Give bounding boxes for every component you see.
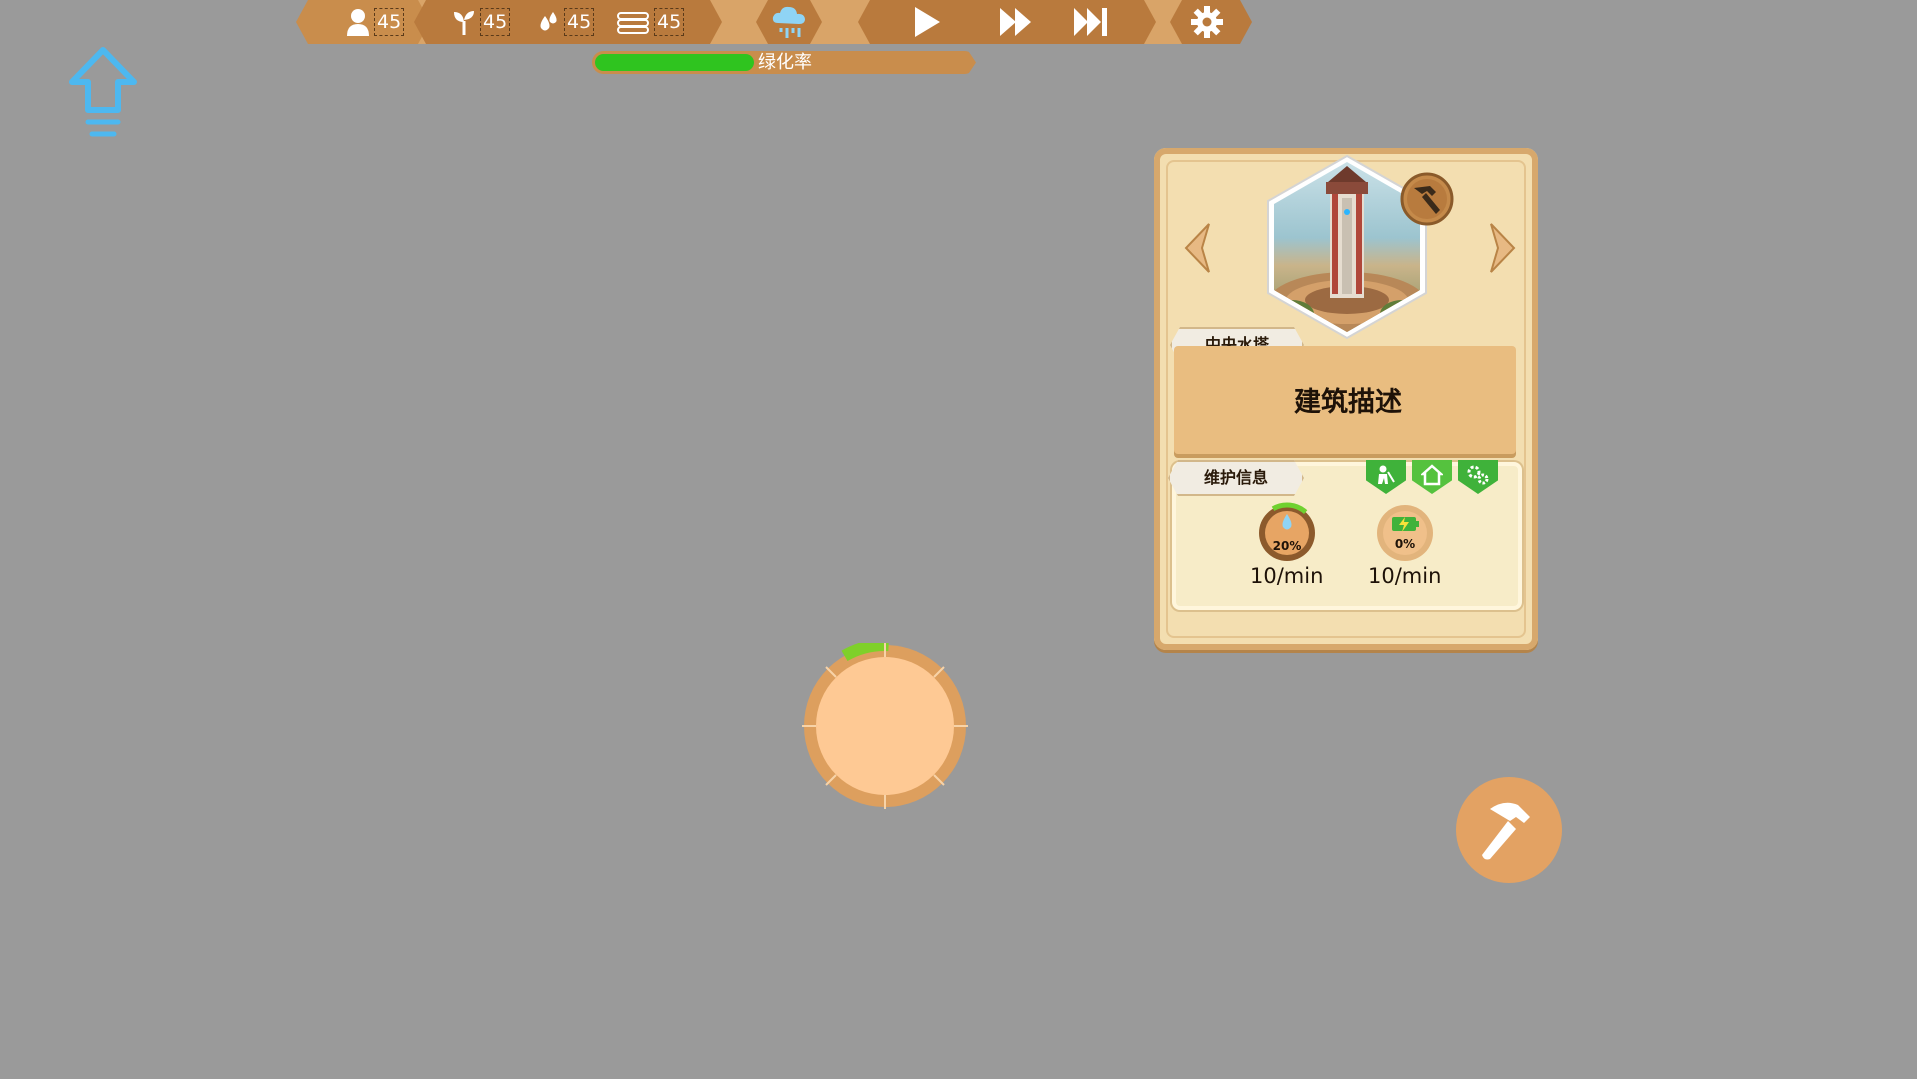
rain-cloud-icon: [772, 6, 805, 38]
skip-forward-icon: [1074, 8, 1107, 36]
plant-value: 45: [480, 8, 511, 36]
greening-rate-fill: [595, 54, 754, 71]
settings-button[interactable]: [1186, 0, 1228, 44]
play-button[interactable]: [904, 0, 950, 44]
joystick-dial[interactable]: [798, 639, 972, 813]
power-rate: 10/min: [1368, 564, 1442, 588]
fast-forward-icon: [1000, 8, 1031, 36]
worker-icon: [1378, 465, 1395, 484]
plant-counter: 45: [452, 6, 511, 38]
water-rate: 10/min: [1250, 564, 1324, 588]
population-counter: 45: [346, 6, 405, 38]
population-value: 45: [374, 8, 405, 36]
play-icon: [915, 7, 940, 37]
fast-forward-button[interactable]: [992, 0, 1040, 44]
wood-counter: 45: [616, 6, 685, 38]
wood-logs-icon: [617, 12, 649, 34]
power-consumption-gauge: 0%: [1374, 502, 1436, 568]
next-building-button[interactable]: [1488, 222, 1518, 278]
water-drops-icon: [540, 12, 557, 31]
hammer-icon: [1482, 802, 1530, 860]
greening-rate-label: 绿化率: [758, 52, 812, 73]
upgrade-hammer-badge[interactable]: [1398, 170, 1456, 232]
maintenance-label: 维护信息: [1168, 460, 1304, 496]
gear-icon: [1191, 6, 1223, 38]
person-icon: [347, 9, 369, 36]
building-description: 建筑描述: [1294, 387, 1402, 418]
chevron-left-icon: [1184, 223, 1210, 273]
up-arrow-icon: [69, 47, 137, 137]
gears-icon: [1467, 465, 1489, 485]
chevron-right-icon: [1490, 223, 1516, 273]
previous-building-button[interactable]: [1182, 222, 1212, 278]
house-icon: [1421, 464, 1443, 486]
water-percent: 20%: [1273, 539, 1302, 553]
skip-forward-button[interactable]: [1068, 0, 1114, 44]
weather-button[interactable]: [766, 0, 812, 44]
build-button[interactable]: [1456, 777, 1562, 883]
hammer-icon: [1400, 172, 1454, 226]
battery-bolt-icon: [1392, 517, 1419, 532]
expand-menu-button[interactable]: [68, 46, 138, 146]
sprout-icon: [454, 11, 474, 35]
water-counter: 45: [538, 6, 595, 38]
water-consumption-gauge: 20%: [1256, 502, 1318, 568]
water-value: 45: [564, 8, 595, 36]
wood-value: 45: [654, 8, 685, 36]
power-percent: 0%: [1395, 537, 1415, 551]
